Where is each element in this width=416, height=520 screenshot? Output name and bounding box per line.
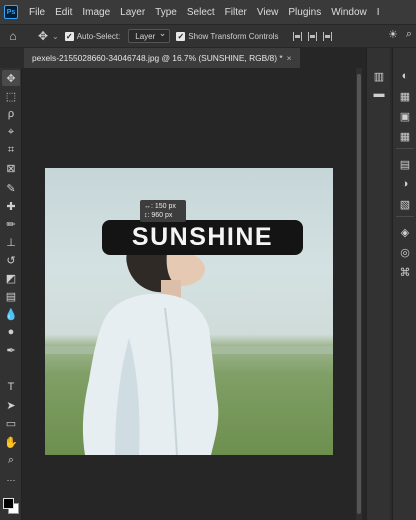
dodge-tool-icon[interactable]: ●	[2, 324, 20, 340]
panel-dock-collapsed-a: ▥ ▬	[366, 48, 390, 520]
auto-select-checkbox[interactable]: ✓	[64, 31, 74, 41]
hand-tool-icon[interactable]: ✋	[2, 434, 20, 450]
patterns-panel-icon[interactable]: ▦	[396, 128, 414, 144]
comments-panel-icon[interactable]: ▬	[370, 86, 388, 102]
menu-type[interactable]: Type	[150, 7, 182, 18]
align-center-icon[interactable]	[307, 31, 317, 41]
paths-panel-icon[interactable]: ⌘	[396, 264, 414, 280]
stamp-tool-icon[interactable]: ⊥	[2, 234, 20, 250]
app-logo: Ps	[4, 5, 18, 19]
gradient-tool-icon[interactable]: ▤	[2, 288, 20, 304]
object-select-tool-icon[interactable]: ⌖	[2, 124, 20, 140]
auto-select-target-value: Layer	[135, 31, 156, 41]
menu-select[interactable]: Select	[182, 7, 220, 18]
home-icon[interactable]: ⌂	[4, 27, 22, 45]
show-transform-controls-label: Show Transform Controls	[188, 31, 279, 41]
panel-dock-collapsed-b: ◐ ▦ ▣ ▦ ▤ ◑ ▧ ◈ ◎ ⌘	[392, 48, 416, 520]
type-layer-text[interactable]: SUNSHINE	[132, 223, 273, 252]
properties-panel-icon[interactable]: ▤	[396, 156, 414, 172]
align-left-icon[interactable]	[292, 31, 302, 41]
gradients-panel-icon[interactable]: ▣	[396, 108, 414, 124]
menu-file[interactable]: File	[24, 7, 50, 18]
options-bar: ⌂ ✥ ⌄ ✓ Auto-Select: Layer ✓ Show Transf…	[0, 24, 416, 48]
auto-select-target-dropdown[interactable]: Layer	[128, 28, 171, 43]
move-tool-icon[interactable]: ✥	[2, 70, 20, 86]
menu-filter[interactable]: Filter	[220, 7, 252, 18]
history-brush-tool-icon[interactable]: ↺	[2, 252, 20, 268]
search-icon[interactable]: ⌕	[406, 28, 412, 41]
menu-view[interactable]: View	[252, 7, 284, 18]
type-tool-icon[interactable]: T	[2, 379, 20, 395]
menu-layer[interactable]: Layer	[115, 7, 150, 18]
zoom-tool-icon[interactable]: ⌕	[2, 452, 20, 468]
menu-window[interactable]: Window	[326, 7, 372, 18]
menu-bar: Ps File Edit Image Layer Type Select Fil…	[0, 0, 416, 24]
photoshop-window: Ps File Edit Image Layer Type Select Fil…	[0, 0, 416, 520]
swatches-panel-icon[interactable]: ▦	[396, 88, 414, 104]
document-tab-bar: pexels-2155028660-34046748.jpg @ 16.7% (…	[24, 48, 366, 68]
scroll-thumb[interactable]	[357, 74, 361, 514]
person-figure	[82, 234, 219, 455]
type-layer-box[interactable]: SUNSHINE	[102, 220, 303, 255]
panel-divider	[396, 216, 414, 217]
show-transform-controls-checkbox[interactable]: ✓	[176, 31, 186, 41]
move-tool-preset-icon[interactable]: ✥	[34, 27, 52, 45]
lasso-tool-icon[interactable]: ρ	[2, 106, 20, 122]
more-tools-icon[interactable]: ⋯	[2, 472, 20, 488]
auto-select-label: Auto-Select:	[76, 31, 121, 41]
panel-divider	[396, 148, 414, 149]
align-right-icon[interactable]	[322, 31, 332, 41]
history-panel-icon[interactable]: ▥	[370, 68, 388, 84]
frame-tool-icon[interactable]: ⊠	[2, 160, 20, 176]
align-buttons	[292, 31, 332, 41]
channels-panel-icon[interactable]: ◎	[396, 244, 414, 260]
canvas-image[interactable]	[45, 168, 333, 455]
vertical-scrollbar[interactable]	[356, 68, 362, 520]
crop-tool-icon[interactable]: ⌗	[2, 142, 20, 158]
options-right: ☀ ⌕	[388, 28, 412, 41]
close-icon[interactable]: ×	[287, 53, 292, 63]
pen-tool-icon[interactable]: ✒	[2, 342, 20, 358]
eyedropper-tool-icon[interactable]: ✎	[2, 180, 20, 196]
layers-panel-icon[interactable]: ◈	[396, 224, 414, 240]
document-tab[interactable]: pexels-2155028660-34046748.jpg @ 16.7% (…	[24, 48, 300, 68]
marquee-tool-icon[interactable]: ⬚	[2, 88, 20, 104]
menu-image[interactable]: Image	[77, 7, 115, 18]
brush-tool-icon[interactable]: ✏	[2, 216, 20, 232]
menu-plugins[interactable]: Plugins	[283, 7, 326, 18]
tools-panel: ✥ ⬚ ρ ⌖ ⌗ ⊠ ✎ ✚ ✏ ⊥ ↺ ◩ ▤ 💧 ● ✒ T ➤ ▭ ✋ …	[0, 68, 22, 520]
eraser-tool-icon[interactable]: ◩	[2, 270, 20, 286]
transform-readout: ↔: 150 px ↕: 960 px	[140, 200, 186, 222]
chevron-down-icon[interactable]: ⌄	[52, 32, 59, 41]
document-tab-title: pexels-2155028660-34046748.jpg @ 16.7% (…	[32, 53, 283, 63]
menu-help[interactable]: I	[372, 7, 385, 18]
readout-x: ↔: 150 px	[144, 203, 176, 210]
adjustments-panel-icon[interactable]: ◑	[396, 176, 414, 192]
rectangle-tool-icon[interactable]: ▭	[2, 415, 20, 431]
readout-y: ↕: 960 px	[144, 212, 173, 219]
foreground-color-swatch[interactable]	[3, 498, 14, 509]
libraries-panel-icon[interactable]: ▧	[396, 196, 414, 212]
color-panel-icon[interactable]: ◐	[396, 68, 414, 84]
brightness-icon[interactable]: ☀	[388, 28, 398, 41]
menu-edit[interactable]: Edit	[50, 7, 77, 18]
blur-tool-icon[interactable]: 💧	[2, 306, 20, 322]
path-select-tool-icon[interactable]: ➤	[2, 397, 20, 413]
spot-healing-tool-icon[interactable]: ✚	[2, 198, 20, 214]
